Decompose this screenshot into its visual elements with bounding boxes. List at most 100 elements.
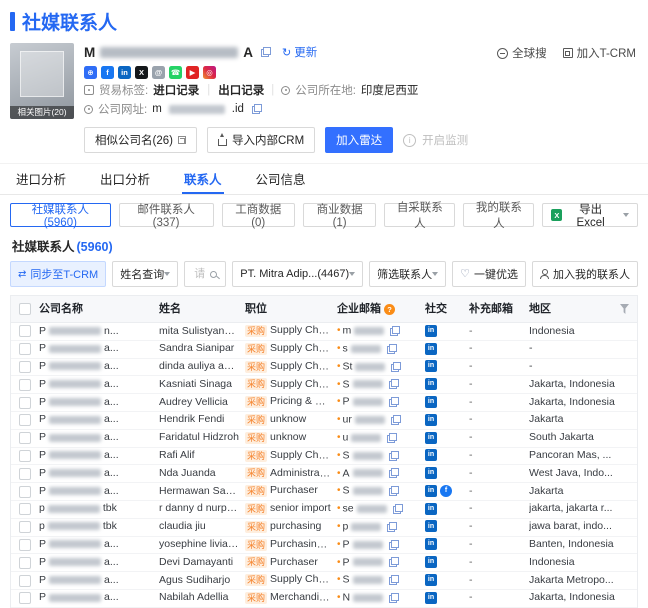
linkedin-icon[interactable]: in xyxy=(118,66,131,79)
copy-icon[interactable] xyxy=(388,397,399,408)
linkedin-icon[interactable]: in xyxy=(425,556,437,569)
copy-icon[interactable] xyxy=(388,450,399,461)
facebook-icon[interactable]: f xyxy=(101,66,114,79)
copy-icon[interactable] xyxy=(251,104,262,114)
linkedin-icon[interactable]: in xyxy=(425,431,437,444)
row-checkbox[interactable] xyxy=(19,396,31,409)
linkedin-icon[interactable]: in xyxy=(425,378,437,391)
x-icon[interactable]: X xyxy=(135,66,148,79)
row-checkbox[interactable] xyxy=(19,432,31,445)
linkedin-icon[interactable]: in xyxy=(425,395,437,408)
linkedin-icon[interactable]: in xyxy=(425,413,437,426)
subtab-自采联系人[interactable]: 自采联系人 xyxy=(384,202,456,230)
linkedin-icon[interactable]: in xyxy=(425,520,437,533)
youtube-icon[interactable]: ▶ xyxy=(186,66,199,79)
linkedin-icon[interactable]: in xyxy=(425,324,437,337)
company-filter-select[interactable]: PT. Mitra Adip...(4467) xyxy=(232,261,364,287)
add-tcrm-button[interactable]: 加入T-CRM xyxy=(562,45,636,61)
subtab-商业数据(1)[interactable]: 商业数据(1) xyxy=(302,203,377,229)
help-icon[interactable] xyxy=(384,303,395,315)
table-row[interactable]: Pa... Kasniati Sinaga 采购Supply Chain Man… xyxy=(11,376,637,395)
tab-公司信息[interactable]: 公司信息 xyxy=(254,164,308,194)
table-row[interactable]: Pn... mita Sulistyandari 采购 Supply Chain … xyxy=(11,323,637,341)
table-row[interactable]: Pa... Rafi Alif 采购Supply Chain Managemen… xyxy=(11,448,637,466)
add-my-contacts-button[interactable]: 加入我的联系人 xyxy=(532,261,638,287)
email-icon[interactable]: @ xyxy=(152,66,165,79)
table-row[interactable]: Pa... Hermawan Sapu... 采购Purchaser S inf… xyxy=(11,483,637,501)
table-row[interactable]: Pa... Hendrik Fendi 采购unknow ur in - Jak… xyxy=(11,412,637,430)
table-row[interactable]: Pa... Nda Juanda 采购Administrasi Supply C… xyxy=(11,465,637,484)
row-checkbox[interactable] xyxy=(19,449,31,462)
row-checkbox[interactable] xyxy=(19,467,31,480)
copy-icon[interactable] xyxy=(390,326,401,337)
row-checkbox[interactable] xyxy=(19,378,31,391)
table-row[interactable]: Pa... Sandra Sianipar 采购Supply Chain Off… xyxy=(11,341,637,359)
linkedin-icon[interactable]: in xyxy=(425,360,437,373)
copy-icon[interactable] xyxy=(386,343,397,354)
add-radar-button[interactable]: 加入雷达 xyxy=(325,127,394,153)
info-icon[interactable] xyxy=(403,133,417,147)
select-all-checkbox[interactable] xyxy=(19,303,31,315)
copy-icon[interactable] xyxy=(388,575,399,586)
copy-icon[interactable] xyxy=(388,539,399,550)
quick-select-button[interactable]: 一键优选 xyxy=(452,261,526,287)
row-checkbox[interactable] xyxy=(19,343,31,356)
row-checkbox[interactable] xyxy=(19,360,31,373)
linkedin-icon[interactable]: in xyxy=(425,538,437,551)
linkedin-icon[interactable]: in xyxy=(425,573,437,586)
linkedin-icon[interactable]: in xyxy=(425,467,437,480)
sync-tcrm-button[interactable]: 同步至T-CRM xyxy=(10,261,107,287)
table-row[interactable]: p tbk r danny d nurpat... 采购 senior import… xyxy=(11,501,637,519)
table-row[interactable]: Pa... Nabilah Adellia 采购Merchandiser N i… xyxy=(11,590,637,608)
row-checkbox[interactable] xyxy=(19,592,31,605)
row-checkbox[interactable] xyxy=(19,521,31,534)
copy-icon[interactable] xyxy=(388,557,399,568)
row-checkbox[interactable] xyxy=(19,414,31,427)
instagram-icon[interactable]: ◎ xyxy=(203,66,216,79)
whatsapp-icon[interactable]: ☎ xyxy=(169,66,182,79)
name-query-select[interactable]: 姓名查询 xyxy=(112,261,179,287)
linkedin-icon[interactable]: in xyxy=(425,502,437,515)
row-checkbox[interactable] xyxy=(19,556,31,569)
company-photo[interactable]: 相关图片(20) xyxy=(10,43,74,119)
subtab-社媒联系人(5960)[interactable]: 社媒联系人(5960) xyxy=(10,203,111,229)
linkedin-icon[interactable]: in xyxy=(425,449,437,462)
table-row[interactable]: Pa... Faridatul Hidzroh 采购unknow u in - … xyxy=(11,430,637,448)
monitor-toggle[interactable]: 开启监测 xyxy=(422,132,468,148)
table-row[interactable]: Pa... Devi Damayanti 采购Purchaser P in - … xyxy=(11,554,637,573)
row-checkbox[interactable] xyxy=(19,574,31,587)
tab-联系人[interactable]: 联系人 xyxy=(182,164,224,194)
row-checkbox[interactable] xyxy=(19,325,31,338)
copy-icon[interactable] xyxy=(390,415,401,426)
export-excel-button[interactable]: 导出 Excel xyxy=(542,203,638,229)
refresh-button[interactable]: 更新 xyxy=(282,44,317,60)
copy-icon[interactable] xyxy=(392,504,403,515)
linkedin-icon[interactable]: in xyxy=(425,484,437,497)
copy-icon[interactable] xyxy=(261,47,271,57)
website-icon[interactable]: ⊕ xyxy=(84,66,97,79)
copy-icon[interactable] xyxy=(388,379,399,390)
row-checkbox[interactable] xyxy=(19,485,31,498)
subtab-我的联系人[interactable]: 我的联系人 xyxy=(463,202,535,230)
copy-icon[interactable] xyxy=(388,486,399,497)
facebook-icon[interactable]: f xyxy=(440,484,452,497)
subtab-工商数据(0)[interactable]: 工商数据(0) xyxy=(221,203,295,229)
table-row[interactable]: Pa... yosephine liviane 采购Purchasing ana… xyxy=(11,537,637,555)
global-search-button[interactable]: 全球搜 xyxy=(497,45,547,61)
tab-进口分析[interactable]: 进口分析 xyxy=(14,164,68,194)
similar-company-button[interactable]: 相似公司名(26) xyxy=(84,127,197,153)
row-checkbox[interactable] xyxy=(19,538,31,551)
table-row[interactable]: Pa... Agus Sudiharjo 采购Supply Chain Gove… xyxy=(11,572,637,590)
search-icon[interactable] xyxy=(210,270,218,278)
name-search-input[interactable] xyxy=(192,267,208,281)
contact-filter-select[interactable]: 筛选联系人 xyxy=(369,261,447,287)
linkedin-icon[interactable]: in xyxy=(425,591,437,604)
linkedin-icon[interactable]: in xyxy=(425,342,437,355)
subtab-邮件联系人(337)[interactable]: 邮件联系人(337) xyxy=(118,203,214,229)
filter-icon[interactable] xyxy=(620,304,629,314)
copy-icon[interactable] xyxy=(388,468,399,479)
copy-icon[interactable] xyxy=(387,521,398,532)
import-crm-button[interactable]: 导入内部CRM xyxy=(206,127,316,153)
table-row[interactable]: p tbk claudia jiu 采购purchasing p in - jaw… xyxy=(11,519,637,537)
table-row[interactable]: Pa... dinda auliya adha 采购Supply Chain O… xyxy=(11,359,637,377)
